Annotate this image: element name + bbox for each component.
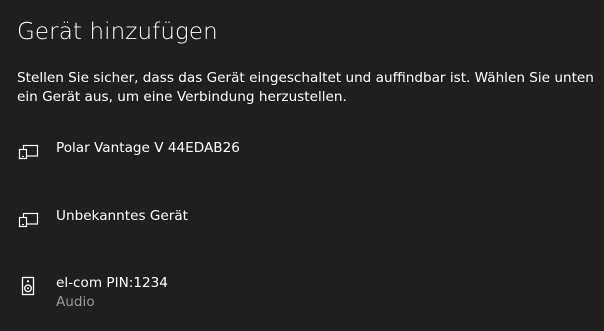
- speaker-icon: [21, 276, 35, 296]
- device-item-polar-vantage[interactable]: Polar Vantage V 44EDAB26: [17, 139, 597, 189]
- device-item-el-com[interactable]: el-com PIN:1234 Audio: [17, 274, 597, 324]
- device-generic-icon: [18, 212, 39, 228]
- dialog-description: Stellen Sie sicher, dass das Gerät einge…: [17, 70, 594, 105]
- device-name: Unbekanntes Gerät: [56, 208, 188, 224]
- device-type: Audio: [56, 294, 95, 310]
- device-name: Polar Vantage V 44EDAB26: [56, 140, 240, 156]
- device-name: el-com PIN:1234: [56, 275, 168, 291]
- dialog-title: Gerät hinzufügen: [17, 19, 218, 45]
- device-generic-icon: [18, 144, 39, 160]
- device-item-unknown[interactable]: Unbekanntes Gerät: [17, 207, 597, 257]
- add-device-dialog: Gerät hinzufügen Stellen Sie sicher, das…: [0, 0, 604, 331]
